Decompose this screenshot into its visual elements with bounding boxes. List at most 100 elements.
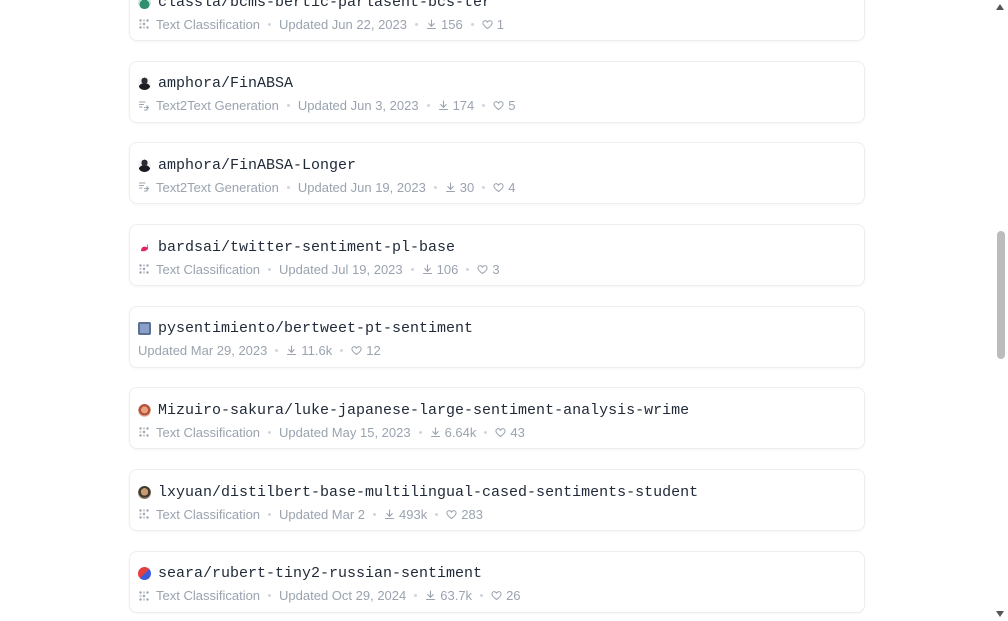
download-icon [287,345,297,356]
download-count: 63.7k [440,588,473,604]
model-meta: Text Classification Updated Jul 19, 2023… [138,260,856,278]
task-label: Text Classification [156,261,261,277]
download-count: 493k [399,506,428,522]
model-title-row: amphora/FinABSA [138,74,856,94]
separator-dot [433,185,437,189]
separator-dot [482,104,486,108]
download-count: 6.64k [444,424,477,440]
text2text-generation-icon [138,101,150,111]
task-wrap: Text Classification [138,262,279,277]
model-meta: Text Classification Updated May 15, 2023… [138,423,856,441]
updated-date: Updated Oct 29, 2024 [279,588,407,604]
avatar-amphora [138,158,151,172]
model-name[interactable]: pysentimiento/bertweet-pt-sentiment [158,320,473,337]
avatar-bardsai [138,240,151,254]
separator-dot [286,104,290,108]
separator-dot [410,267,414,271]
model-card-2[interactable]: amphora/FinABSA-Longer Text2Text Generat… [129,142,865,205]
like-count: 3 [492,261,500,277]
heart-icon[interactable] [482,19,493,30]
separator-dot [340,349,344,353]
model-name[interactable]: Mizuiro-sakura/luke-japanese-large-senti… [158,402,689,419]
heart-icon[interactable] [493,100,504,111]
updated-date: Updated Jun 3, 2023 [297,98,419,114]
separator-dot [482,185,486,189]
task-label: Text2Text Generation [156,179,279,195]
download-count: 30 [459,179,475,195]
model-card-3[interactable]: bardsai/twitter-sentiment-pl-base Text C… [129,224,865,287]
scroll-up-arrow-icon[interactable] [996,4,1004,10]
separator-dot [275,349,279,353]
heart-icon[interactable] [351,345,362,356]
model-title-row: pysentimiento/bertweet-pt-sentiment [138,319,856,339]
model-meta: Text Classification Updated Mar 2 493k 2… [138,505,856,523]
download-icon [445,182,455,192]
heart-icon[interactable] [495,427,506,438]
model-name[interactable]: amphora/FinABSA [158,75,293,92]
heart-icon[interactable] [493,182,504,193]
model-title-row: lxyuan/distilbert-base-multilingual-case… [138,482,856,502]
updated-date: Updated Mar 29, 2023 [138,343,268,359]
separator-dot [418,430,422,434]
updated-date: Updated Jul 19, 2023 [279,261,403,277]
download-icon [384,509,395,519]
heart-icon[interactable] [446,509,457,520]
scrollbar-thumb[interactable] [997,231,1005,359]
task-wrap: Text2Text Generation [138,180,298,195]
task-wrap: Text Classification [138,17,279,32]
like-count: 1 [496,16,504,32]
model-card-6[interactable]: lxyuan/distilbert-base-multilingual-case… [129,469,865,532]
task-label: Text Classification [156,588,261,604]
task-wrap: Text Classification [138,588,279,603]
model-title-row: bardsai/twitter-sentiment-pl-base [138,237,856,257]
model-card-7[interactable]: seara/rubert-tiny2-russian-sentiment Tex… [129,550,865,613]
model-card-4[interactable]: pysentimiento/bertweet-pt-sentiment Upda… [129,305,865,368]
updated-date: Updated Jun 19, 2023 [297,179,426,195]
updated-date: Updated Jun 22, 2023 [279,16,407,32]
model-name[interactable]: bardsai/twitter-sentiment-pl-base [158,239,455,256]
heart-icon[interactable] [491,590,502,601]
avatar-mizuiro [138,403,151,417]
model-card-5[interactable]: Mizuiro-sakura/luke-japanese-large-senti… [129,387,865,450]
separator-dot [286,185,290,189]
separator-dot [373,512,377,516]
text-classification-icon [139,19,149,29]
model-meta: Text2Text Generation Updated Jun 19, 202… [138,178,856,196]
model-name[interactable]: lxyuan/distilbert-base-multilingual-case… [158,484,698,501]
text2text-generation-icon [138,182,150,192]
download-icon [426,590,436,601]
updated-date: Updated Mar 2 [279,506,366,522]
like-count: 12 [366,343,381,359]
separator-dot [426,104,430,108]
task-label: Text2Text Generation [156,98,279,114]
model-name[interactable]: classla/bcms-bertic-parlasent-bcs-ter [158,0,491,11]
separator-dot [466,267,470,271]
like-count: 5 [508,98,516,114]
task-label: Text Classification [156,506,261,522]
updated-date: Updated May 15, 2023 [279,424,411,440]
avatar-pysentimiento [138,322,151,336]
avatar-classla [138,0,151,9]
download-count: 174 [452,98,475,114]
model-name[interactable]: amphora/FinABSA-Longer [158,157,356,174]
model-meta: Text Classification Updated Oct 29, 2024… [138,587,856,605]
download-count: 156 [440,16,463,32]
download-icon [430,427,440,437]
model-meta: Text2Text Generation Updated Jun 3, 2023… [138,97,856,115]
like-count: 43 [510,424,525,440]
heart-icon[interactable] [477,264,488,275]
separator-dot [268,22,272,26]
model-title-row: classla/bcms-bertic-parlasent-bcs-ter [138,0,856,12]
model-card-0[interactable]: classla/bcms-bertic-parlasent-bcs-ter Te… [129,0,865,41]
model-card-1[interactable]: amphora/FinABSA Text2Text Generation Upd… [129,60,865,123]
text-classification-icon [139,427,149,438]
text-classification-icon [139,264,149,274]
download-count: 11.6k [301,343,333,359]
model-meta: Updated Mar 29, 2023 11.6k 12 [138,342,856,360]
model-name[interactable]: seara/rubert-tiny2-russian-sentiment [158,565,482,582]
download-count: 106 [436,261,459,277]
scroll-down-arrow-icon[interactable] [996,611,1004,617]
vertical-scrollbar[interactable] [993,0,1008,621]
task-wrap: Text Classification [138,507,279,522]
model-list: classla/bcms-bertic-parlasent-bcs-ter Te… [129,0,865,621]
